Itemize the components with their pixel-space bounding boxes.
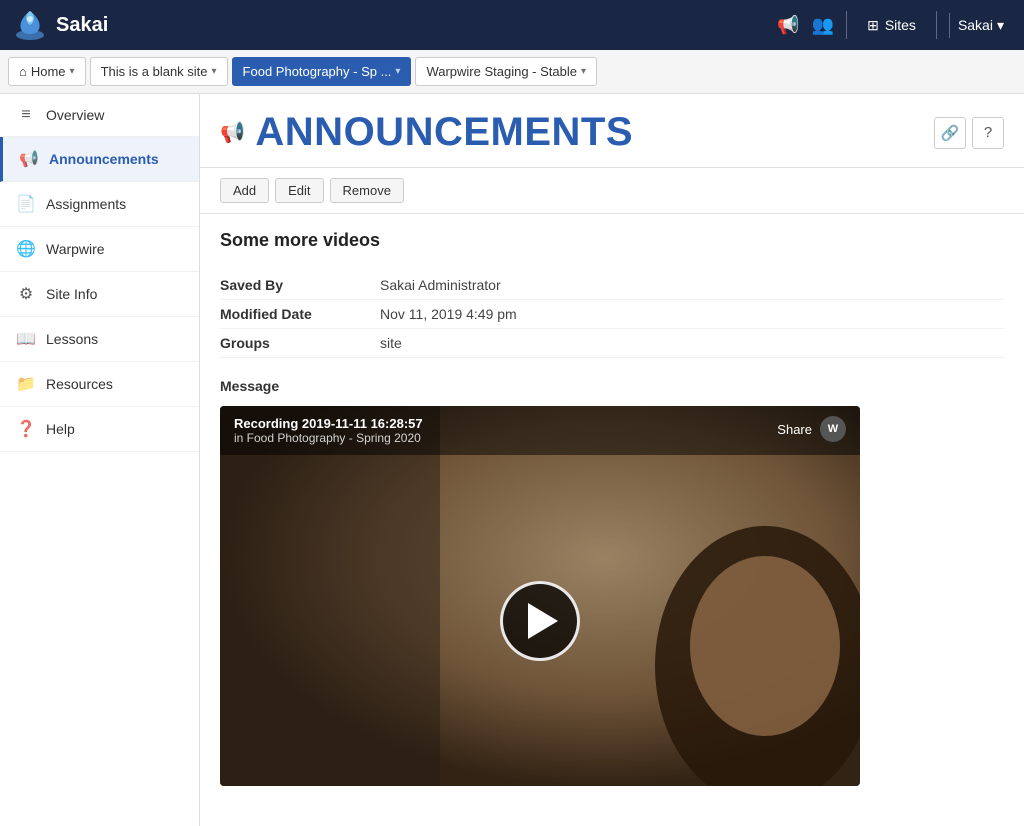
saved-by-label: Saved By <box>220 277 380 293</box>
video-container: Recording 2019-11-11 16:28:57 in Food Ph… <box>220 406 860 786</box>
sidebar-label-site-info: Site Info <box>46 286 97 302</box>
announcement-content: Some more videos Saved By Sakai Administ… <box>200 214 1024 802</box>
megaphone-icon[interactable]: 📢 <box>777 15 799 36</box>
play-triangle-icon <box>528 603 558 639</box>
chevron-down-icon-4: ▾ <box>581 66 586 77</box>
sites-label: Sites <box>885 17 916 33</box>
video-recording-sub: in Food Photography - Spring 2020 <box>234 431 423 445</box>
sidebar-label-warpwire: Warpwire <box>46 241 105 257</box>
modified-date-row: Modified Date Nov 11, 2019 4:49 pm <box>220 300 1004 329</box>
video-center <box>220 455 860 786</box>
breadcrumb-home-label: Home <box>31 64 66 79</box>
top-navigation: Sakai 📢 👥 ⊞ Sites Sakai ▾ <box>0 0 1024 50</box>
sites-grid-icon: ⊞ <box>867 17 879 34</box>
sites-button[interactable]: ⊞ Sites <box>859 13 924 38</box>
sidebar-item-announcements[interactable]: 📢 Announcements <box>0 137 199 182</box>
breadcrumb-warpwire[interactable]: Warpwire Staging - Stable ▾ <box>415 57 597 86</box>
user-dropdown-icon: ▾ <box>997 17 1004 34</box>
overview-icon: ≡ <box>16 106 36 124</box>
nav-divider <box>846 11 847 39</box>
sakai-logo-text: Sakai <box>56 14 108 37</box>
sidebar-item-warpwire[interactable]: 🌐 Warpwire <box>0 227 199 272</box>
breadcrumb-warpwire-label: Warpwire Staging - Stable <box>426 64 577 79</box>
sakai-logo[interactable]: Sakai <box>12 7 108 43</box>
sidebar-item-site-info[interactable]: ⚙ Site Info <box>0 272 199 317</box>
add-button[interactable]: Add <box>220 178 269 203</box>
modified-date-label: Modified Date <box>220 306 380 322</box>
help-question-button[interactable]: ? <box>972 117 1004 149</box>
groups-value: site <box>380 335 402 351</box>
message-label: Message <box>220 378 1004 394</box>
people-icon[interactable]: 👥 <box>812 15 834 36</box>
video-top-bar: Recording 2019-11-11 16:28:57 in Food Ph… <box>220 406 860 455</box>
groups-row: Groups site <box>220 329 1004 358</box>
breadcrumb-blank-site[interactable]: This is a blank site ▾ <box>90 57 228 86</box>
sidebar-label-assignments: Assignments <box>46 196 126 212</box>
warpwire-icon: 🌐 <box>16 239 36 259</box>
action-bar: Add Edit Remove <box>200 168 1024 214</box>
sakai-logo-icon <box>12 7 48 43</box>
video-overlay: Recording 2019-11-11 16:28:57 in Food Ph… <box>220 406 860 786</box>
announcements-icon: 📢 <box>19 149 39 169</box>
assignments-icon: 📄 <box>16 194 36 214</box>
sidebar-label-help: Help <box>46 421 75 437</box>
help-icon: ❓ <box>16 419 36 439</box>
header-actions: 🔗 ? <box>934 117 1004 149</box>
saved-by-value: Sakai Administrator <box>380 277 501 293</box>
video-recording-title: Recording 2019-11-11 16:28:57 <box>234 416 423 431</box>
chevron-down-icon: ▾ <box>70 66 75 77</box>
sidebar-item-overview[interactable]: ≡ Overview <box>0 94 199 137</box>
video-play-button[interactable] <box>500 581 580 661</box>
breadcrumb-food-photo[interactable]: Food Photography - Sp ... ▾ <box>232 57 412 86</box>
user-label: Sakai <box>958 17 993 33</box>
breadcrumb-blank-site-label: This is a blank site <box>101 64 208 79</box>
modified-date-value: Nov 11, 2019 4:49 pm <box>380 306 517 322</box>
sidebar-label-announcements: Announcements <box>49 151 159 167</box>
announcements-title-block: 📢 ANNOUNCEMENTS <box>220 110 633 155</box>
content-area: 📢 ANNOUNCEMENTS 🔗 ? Add Edit Remove Some… <box>200 94 1024 826</box>
site-info-icon: ⚙ <box>16 284 36 304</box>
groups-label: Groups <box>220 335 380 351</box>
remove-button[interactable]: Remove <box>330 178 404 203</box>
link-button[interactable]: 🔗 <box>934 117 966 149</box>
video-share-button[interactable]: Share <box>777 422 812 437</box>
announcement-title: Some more videos <box>220 230 1004 251</box>
nav-divider-2 <box>936 11 937 39</box>
lessons-icon: 📖 <box>16 329 36 349</box>
chevron-down-icon-3: ▾ <box>395 66 400 77</box>
sidebar-item-lessons[interactable]: 📖 Lessons <box>0 317 199 362</box>
announcements-megaphone-icon: 📢 <box>220 120 245 145</box>
nav-right: 📢 👥 ⊞ Sites Sakai ▾ <box>777 11 1012 39</box>
sidebar-item-resources[interactable]: 📁 Resources <box>0 362 199 407</box>
breadcrumb-food-photo-label: Food Photography - Sp ... <box>243 64 392 79</box>
sidebar-item-help[interactable]: ❓ Help <box>0 407 199 452</box>
nav-left: Sakai <box>12 7 108 43</box>
sidebar-item-assignments[interactable]: 📄 Assignments <box>0 182 199 227</box>
breadcrumb-bar: ⌂ Home ▾ This is a blank site ▾ Food Pho… <box>0 50 1024 94</box>
home-icon: ⌂ <box>19 64 27 79</box>
resources-icon: 📁 <box>16 374 36 394</box>
sidebar-label-resources: Resources <box>46 376 113 392</box>
sidebar: ≡ Overview 📢 Announcements 📄 Assignments… <box>0 94 200 826</box>
saved-by-row: Saved By Sakai Administrator <box>220 271 1004 300</box>
breadcrumb-home[interactable]: ⌂ Home ▾ <box>8 57 86 86</box>
main-layout: ≡ Overview 📢 Announcements 📄 Assignments… <box>0 94 1024 826</box>
edit-button[interactable]: Edit <box>275 178 323 203</box>
video-recording-info: Recording 2019-11-11 16:28:57 in Food Ph… <box>234 416 423 445</box>
announcements-heading: ANNOUNCEMENTS <box>255 110 633 155</box>
announcements-header: 📢 ANNOUNCEMENTS 🔗 ? <box>200 94 1024 168</box>
chevron-down-icon-2: ▾ <box>212 66 217 77</box>
warpwire-badge: W <box>820 416 846 442</box>
sidebar-label-overview: Overview <box>46 107 104 123</box>
sidebar-label-lessons: Lessons <box>46 331 98 347</box>
detail-table: Saved By Sakai Administrator Modified Da… <box>220 271 1004 358</box>
video-top-right: Share W <box>777 416 846 442</box>
user-menu-button[interactable]: Sakai ▾ <box>949 13 1012 38</box>
